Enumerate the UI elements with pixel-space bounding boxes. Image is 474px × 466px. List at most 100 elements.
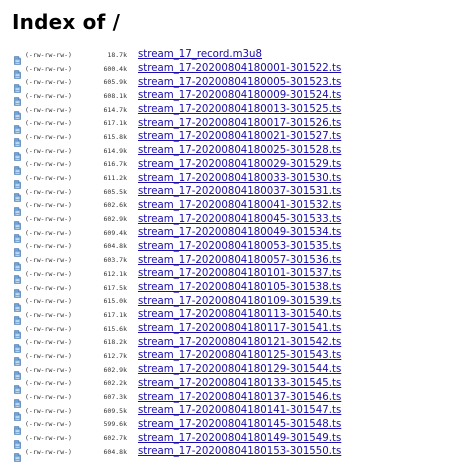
file-icon xyxy=(14,215,21,230)
file-size: 618.2k xyxy=(103,338,127,347)
file-icon xyxy=(14,365,21,380)
file-link[interactable]: stream_17-20200804180017-301526.ts xyxy=(138,118,341,129)
file-link[interactable]: stream_17-20200804180053-301535.ts xyxy=(138,241,341,252)
file-size: 616.7k xyxy=(103,160,127,169)
file-permissions: (-rw-rw-rw-) xyxy=(25,365,72,374)
file-link[interactable]: stream_17-20200804180033-301530.ts xyxy=(138,173,341,184)
file-size: 603.7k xyxy=(103,256,127,265)
file-icon xyxy=(14,393,21,408)
file-link[interactable]: stream_17-20200804180129-301544.ts xyxy=(138,364,341,375)
file-row: (-rw-rw-rw-) 609.5k stream_17-2020080418… xyxy=(14,404,454,422)
file-row: (-rw-rw-rw-) 604.8k stream_17-2020080418… xyxy=(14,240,454,257)
file-icon xyxy=(14,324,21,339)
file-row: (-rw-rw-rw-) 18.7k stream_17_record.m3u8 xyxy=(14,48,454,66)
file-size: 612.1k xyxy=(103,269,127,278)
file-row: (-rw-rw-rw-) 609.4k stream_17-2020080418… xyxy=(14,226,454,244)
file-link[interactable]: stream_17-20200804180121-301542.ts xyxy=(138,337,341,348)
file-size: 602.6k xyxy=(103,201,127,210)
file-icon xyxy=(14,132,21,148)
file-size: 617.1k xyxy=(103,310,127,319)
file-row: (-rw-rw-rw-) 614.7k stream_17-2020080418… xyxy=(14,103,454,120)
file-size: 612.7k xyxy=(103,351,127,360)
file-size: 600.4k xyxy=(103,64,127,73)
file-link[interactable]: stream_17-20200804180145-301548.ts xyxy=(138,419,341,430)
file-row: (-rw-rw-rw-) 605.9k stream_17-2020080418… xyxy=(14,75,454,93)
file-row: (-rw-rw-rw-) 617.5k stream_17-2020080418… xyxy=(14,281,454,298)
file-icon xyxy=(14,187,21,203)
file-link[interactable]: stream_17_record.m3u8 xyxy=(138,49,262,60)
file-link[interactable]: stream_17-20200804180041-301532.ts xyxy=(138,200,341,211)
file-permissions: (-rw-rw-rw-) xyxy=(25,201,72,210)
file-link[interactable]: stream_17-20200804180133-301545.ts xyxy=(138,378,341,389)
file-row: (-rw-rw-rw-) 617.1k stream_17-2020080418… xyxy=(14,116,454,134)
file-link[interactable]: stream_17-20200804180105-301538.ts xyxy=(138,282,341,293)
file-row: (-rw-rw-rw-) 602.7k stream_17-2020080418… xyxy=(14,431,454,449)
file-permissions: (-rw-rw-rw-) xyxy=(25,160,72,169)
file-permissions: (-rw-rw-rw-) xyxy=(25,64,72,73)
file-permissions: (-rw-rw-rw-) xyxy=(25,420,72,429)
file-link[interactable]: stream_17-20200804180037-301531.ts xyxy=(138,186,341,197)
file-permissions: (-rw-rw-rw-) xyxy=(25,242,72,251)
file-icon xyxy=(14,434,21,449)
file-permissions: (-rw-rw-rw-) xyxy=(25,379,72,388)
file-link[interactable]: stream_17-20200804180009-301524.ts xyxy=(138,90,341,101)
file-permissions: (-rw-rw-rw-) xyxy=(25,78,72,87)
file-icon xyxy=(14,297,21,312)
file-permissions: (-rw-rw-rw-) xyxy=(25,91,72,100)
file-icon xyxy=(14,119,21,134)
file-row: (-rw-rw-rw-) 603.7k stream_17-2020080418… xyxy=(14,253,454,271)
file-permissions: (-rw-rw-rw-) xyxy=(25,132,72,141)
file-size: 18.7k xyxy=(107,50,127,59)
file-icon xyxy=(14,91,21,107)
file-link[interactable]: stream_17-20200804180101-301537.ts xyxy=(138,268,341,279)
file-link[interactable]: stream_17-20200804180125-301543.ts xyxy=(138,350,341,361)
file-icon xyxy=(14,256,21,271)
file-size: 611.2k xyxy=(103,174,127,183)
file-link[interactable]: stream_17-20200804180057-301536.ts xyxy=(138,255,341,266)
file-permissions: (-rw-rw-rw-) xyxy=(25,269,72,278)
file-permissions: (-rw-rw-rw-) xyxy=(25,297,72,306)
file-permissions: (-rw-rw-rw-) xyxy=(25,434,72,443)
file-size: 602.2k xyxy=(103,379,127,388)
file-permissions: (-rw-rw-rw-) xyxy=(25,310,72,319)
file-size: 617.5k xyxy=(103,283,127,292)
file-row: (-rw-rw-rw-) 604.8k stream_17-2020080418… xyxy=(14,445,454,463)
file-link[interactable]: stream_17-20200804180045-301533.ts xyxy=(138,214,341,225)
file-row: (-rw-rw-rw-) 612.1k stream_17-2020080418… xyxy=(14,267,454,285)
file-row: (-rw-rw-rw-) 617.1k stream_17-2020080418… xyxy=(14,308,454,326)
file-link[interactable]: stream_17-20200804180005-301523.ts xyxy=(138,77,341,88)
file-icon xyxy=(14,351,21,367)
file-icon xyxy=(14,105,21,120)
file-link[interactable]: stream_17-20200804180153-301550.ts xyxy=(138,446,341,457)
file-row: (-rw-rw-rw-) 602.9k stream_17-2020080418… xyxy=(14,363,454,380)
file-link[interactable]: stream_17-20200804180013-301525.ts xyxy=(138,104,341,115)
file-link[interactable]: stream_17-20200804180025-301528.ts xyxy=(138,145,341,156)
file-link[interactable]: stream_17-20200804180141-301547.ts xyxy=(138,405,341,416)
file-link[interactable]: stream_17-20200804180021-301527.ts xyxy=(138,131,341,142)
file-row: (-rw-rw-rw-) 612.7k stream_17-2020080418… xyxy=(14,349,454,367)
file-row: (-rw-rw-rw-) 602.2k stream_17-2020080418… xyxy=(14,377,454,394)
file-icon xyxy=(14,310,21,326)
file-size: 602.9k xyxy=(103,215,127,224)
file-link[interactable]: stream_17-20200804180149-301549.ts xyxy=(138,433,341,444)
file-icon xyxy=(14,78,21,93)
file-permissions: (-rw-rw-rw-) xyxy=(25,351,72,360)
file-permissions: (-rw-rw-rw-) xyxy=(25,406,72,415)
file-permissions: (-rw-rw-rw-) xyxy=(25,174,72,183)
file-permissions: (-rw-rw-rw-) xyxy=(25,187,72,196)
file-link[interactable]: stream_17-20200804180029-301529.ts xyxy=(138,159,341,170)
file-row: (-rw-rw-rw-) 618.2k stream_17-2020080418… xyxy=(14,335,454,353)
file-size: 605.9k xyxy=(103,78,127,87)
file-size: 609.4k xyxy=(103,228,127,237)
file-size: 615.8k xyxy=(103,132,127,141)
file-link[interactable]: stream_17-20200804180001-301522.ts xyxy=(138,63,341,74)
file-link[interactable]: stream_17-20200804180113-301540.ts xyxy=(138,309,341,320)
file-permissions: (-rw-rw-rw-) xyxy=(25,393,72,402)
file-icon xyxy=(14,201,21,216)
file-size: 602.9k xyxy=(103,365,127,374)
file-link[interactable]: stream_17-20200804180117-301541.ts xyxy=(138,323,341,334)
file-link[interactable]: stream_17-20200804180137-301546.ts xyxy=(138,392,341,403)
file-row: (-rw-rw-rw-) 615.6k stream_17-2020080418… xyxy=(14,322,454,339)
file-link[interactable]: stream_17-20200804180109-301539.ts xyxy=(138,296,341,307)
file-link[interactable]: stream_17-20200804180049-301534.ts xyxy=(138,227,341,238)
